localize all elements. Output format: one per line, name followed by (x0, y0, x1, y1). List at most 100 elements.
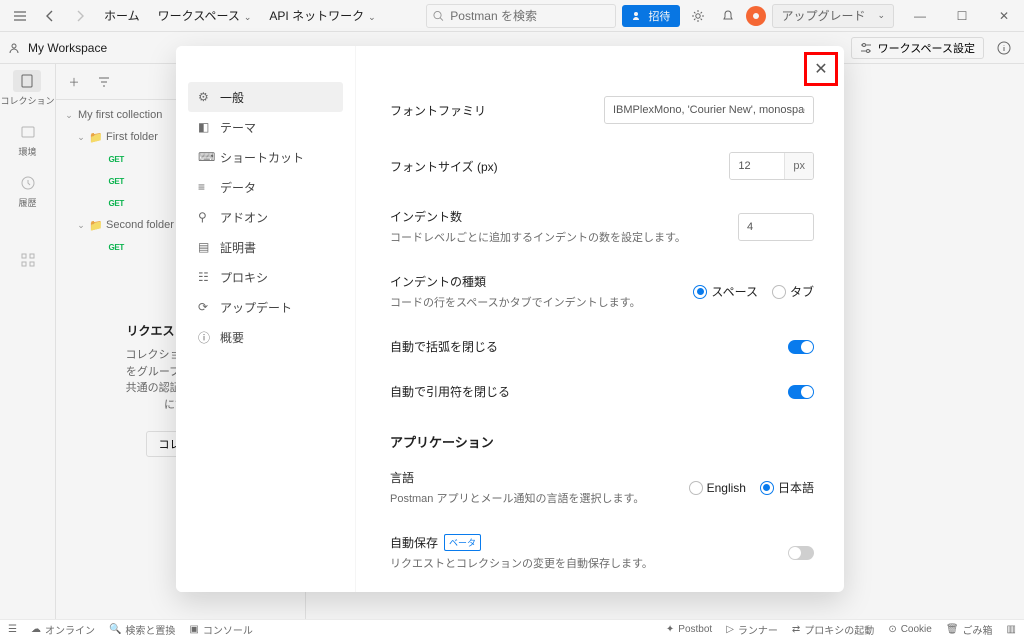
field-font-family: フォントファミリ (390, 82, 814, 138)
status-trash[interactable]: 🗑 ごみ箱 (946, 622, 993, 637)
add-icon[interactable]: ＋ (64, 72, 84, 92)
radio-english[interactable]: English (689, 481, 746, 495)
keyboard-icon: ⌨ (198, 150, 212, 164)
close-window-icon[interactable]: ✕ (992, 4, 1016, 28)
nav-shortcuts[interactable]: ⌨ショートカット (188, 142, 343, 172)
top-toolbar: ホーム ワークスペース⌄ API ネットワーク⌄ 招待 アップグレード⌄ — ☐… (0, 0, 1024, 32)
language-radios: English 日本語 (689, 479, 814, 496)
search-icon (433, 10, 444, 22)
beta-badge: ベータ (444, 534, 481, 551)
rail-more[interactable] (14, 249, 42, 271)
status-console[interactable]: ▣ コンソール (189, 622, 252, 637)
nav-addons[interactable]: ⚲アドオン (188, 202, 343, 232)
label-indent-type: インデントの種類 (390, 273, 693, 290)
nav-workspaces[interactable]: ワークスペース⌄ (152, 7, 258, 24)
notifications-icon[interactable] (716, 4, 740, 28)
status-menu[interactable]: ☰ (8, 624, 17, 635)
method-badge: GET (104, 155, 124, 164)
toggle-autosave[interactable] (788, 546, 814, 560)
sub-indent-type: コードの行をスペースかタブでインデントします。 (390, 294, 693, 310)
field-anon-data: 匿名で使用状況データを Postman に送信 (390, 585, 814, 592)
status-cookie[interactable]: ⊙ Cookie (888, 624, 932, 635)
sub-autosave: リクエストとコレクションの変更を自動保存します。 (390, 555, 788, 571)
status-panels[interactable]: ▥ (1007, 624, 1016, 635)
back-icon[interactable] (38, 4, 62, 28)
chevron-down-icon: ⌄ (64, 110, 74, 121)
field-font-size: フォントサイズ (px) px (390, 138, 814, 194)
label-font-family: フォントファミリ (390, 102, 604, 119)
workspace-settings-button[interactable]: ワークスペース設定 (851, 37, 984, 59)
sliders-icon (860, 42, 872, 54)
workspace-name[interactable]: My Workspace (28, 41, 107, 55)
settings-modal: ✕ ⚙一般 ◧テーマ ⌨ショートカット ≡データ ⚲アドオン ▤証明書 ☷プロキ… (176, 46, 844, 592)
nav-general[interactable]: ⚙一般 (188, 82, 343, 112)
unit-label: px (784, 153, 813, 179)
status-bar: ☰ ☁ オンライン 🔍 検索と置換 ▣ コンソール ✦ Postbot ▷ ラン… (0, 619, 1024, 639)
radio-on-icon (760, 481, 774, 495)
nav-home[interactable]: ホーム (98, 7, 146, 24)
chevron-right-icon: ⌄ (76, 220, 86, 231)
search-input[interactable] (450, 9, 609, 23)
label-font-size: フォントサイズ (px) (390, 158, 729, 175)
field-autosave: 自動保存ベータ リクエストとコレクションの変更を自動保存します。 (390, 520, 814, 585)
settings-nav: ⚙一般 ◧テーマ ⌨ショートカット ≡データ ⚲アドオン ▤証明書 ☷プロキシ … (176, 46, 356, 592)
rail-collections[interactable]: コレクション (0, 70, 54, 107)
theme-icon: ◧ (198, 120, 212, 134)
database-icon: ≡ (198, 180, 212, 194)
info-icon[interactable] (992, 36, 1016, 60)
upgrade-button[interactable]: アップグレード⌄ (772, 4, 894, 28)
chevron-down-icon: ⌄ (244, 12, 252, 22)
method-badge: GET (104, 177, 124, 186)
person-add-icon (632, 11, 642, 21)
collection-icon (19, 73, 35, 89)
nav-about[interactable]: ⓘ概要 (188, 322, 343, 352)
settings-body: フォントファミリ フォントサイズ (px) px インデント数 コードレベルごと… (356, 46, 844, 592)
nav-proxy[interactable]: ☷プロキシ (188, 262, 343, 292)
toggle-auto-quotes[interactable] (788, 385, 814, 399)
invite-button[interactable]: 招待 (622, 5, 680, 27)
update-icon: ⟳ (198, 300, 212, 314)
status-online[interactable]: ☁ オンライン (31, 622, 95, 637)
radio-space[interactable]: スペース (693, 283, 758, 300)
toggle-auto-brackets[interactable] (788, 340, 814, 354)
forward-icon[interactable] (68, 4, 92, 28)
environment-icon (20, 124, 36, 140)
rail-history[interactable]: 履歴 (14, 172, 42, 209)
label-autosave: 自動保存ベータ (390, 534, 788, 551)
addon-icon: ⚲ (198, 210, 212, 224)
status-search-replace[interactable]: 🔍 検索と置換 (109, 622, 175, 637)
status-proxy[interactable]: ⇄ プロキシの起動 (792, 622, 874, 637)
folder-icon: 📁 (90, 131, 102, 143)
radio-on-icon (693, 285, 707, 299)
input-font-family[interactable] (604, 96, 814, 124)
menu-icon[interactable] (8, 4, 32, 28)
radio-japanese[interactable]: 日本語 (760, 479, 814, 496)
chevron-down-icon: ⌄ (877, 10, 885, 21)
folder-icon: 📁 (90, 219, 102, 231)
nav-api-network[interactable]: API ネットワーク⌄ (263, 7, 381, 24)
radio-tab[interactable]: タブ (772, 283, 814, 300)
minimize-icon[interactable]: — (908, 4, 932, 28)
status-postbot[interactable]: ✦ Postbot (666, 624, 712, 635)
method-badge: GET (104, 199, 124, 208)
search-box[interactable] (426, 4, 616, 28)
nav-data[interactable]: ≡データ (188, 172, 343, 202)
nav-certificates[interactable]: ▤証明書 (188, 232, 343, 262)
nav-update[interactable]: ⟳アップデート (188, 292, 343, 322)
input-indent-count[interactable] (738, 213, 814, 241)
nav-themes[interactable]: ◧テーマ (188, 112, 343, 142)
info-icon: ⓘ (198, 329, 212, 346)
filter-icon[interactable] (94, 72, 114, 92)
radio-off-icon (689, 481, 703, 495)
label-language: 言語 (390, 469, 689, 486)
field-auto-brackets: 自動で括弧を閉じる (390, 324, 814, 369)
status-runner[interactable]: ▷ ランナー (726, 622, 778, 637)
rail-env[interactable]: 環境 (14, 121, 42, 158)
proxy-icon: ☷ (198, 270, 212, 284)
label-auto-quotes: 自動で引用符を閉じる (390, 383, 788, 400)
input-font-size[interactable] (730, 152, 784, 180)
maximize-icon[interactable]: ☐ (950, 4, 974, 28)
avatar[interactable] (746, 6, 766, 26)
settings-icon[interactable] (686, 4, 710, 28)
grid-icon (20, 252, 36, 268)
